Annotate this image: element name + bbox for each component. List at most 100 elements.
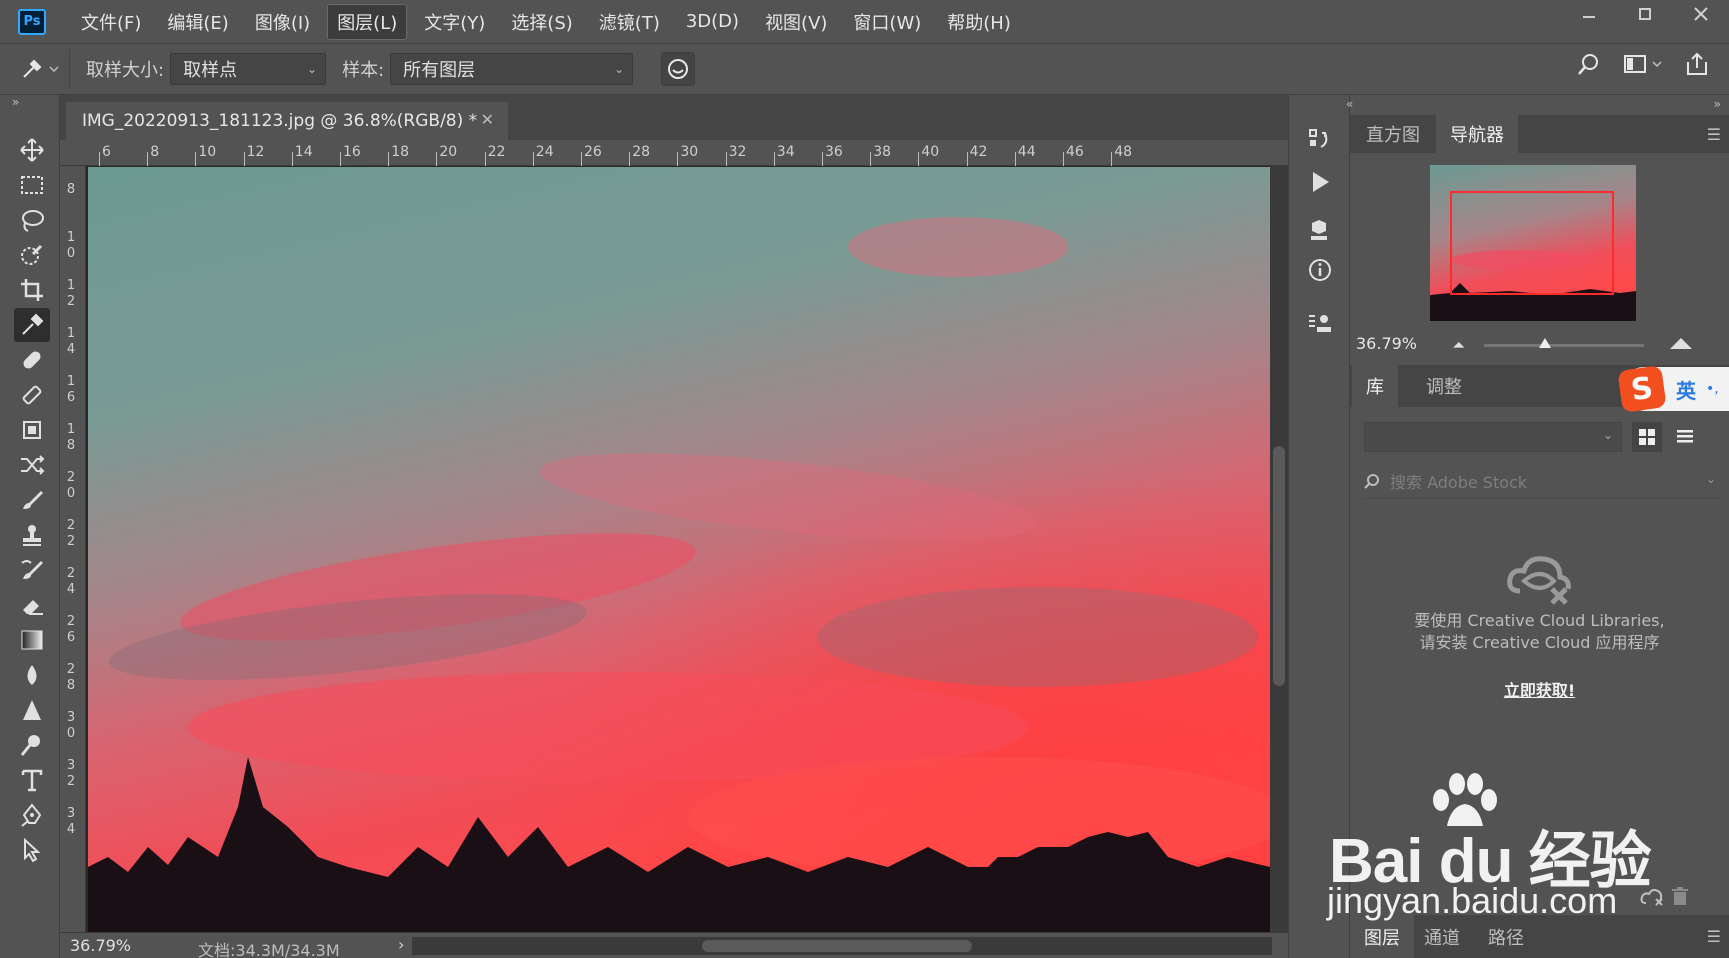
ruler-top-label: 34 [776, 144, 795, 160]
spot-healing-tool-icon[interactable] [14, 343, 50, 377]
panel-menu-icon[interactable]: ☰ [1707, 125, 1721, 144]
trash-icon[interactable] [1670, 887, 1690, 912]
zoom-slider-thumb[interactable] [1537, 336, 1553, 350]
horizontal-scroll-thumb[interactable] [702, 940, 972, 952]
horizontal-scrollbar[interactable] [412, 937, 1272, 955]
menu-image[interactable]: 图像(I) [246, 5, 319, 39]
sample-size-select[interactable]: 取样点 ⌄ [170, 53, 327, 85]
collapse-left-icon[interactable]: « [1346, 97, 1353, 111]
tab-libraries[interactable]: 库 [1352, 365, 1398, 407]
close-tab-icon[interactable]: ✕ [481, 110, 494, 129]
gradient-tool-icon[interactable] [14, 623, 50, 657]
info-icon[interactable] [1303, 253, 1337, 287]
menu-window[interactable]: 窗口(W) [844, 5, 930, 39]
chevron-down-icon[interactable]: ⌄ [1706, 472, 1716, 486]
menu-edit[interactable]: 编辑(E) [158, 5, 237, 39]
ime-toolbar[interactable]: S 英 •, [1617, 365, 1729, 413]
tab-layers[interactable]: 图层 [1350, 915, 1414, 958]
menu-filter[interactable]: 滤镜(T) [590, 5, 669, 39]
grid-view-icon[interactable] [1632, 422, 1662, 452]
move-tool-icon[interactable] [14, 133, 50, 167]
ime-language-mode[interactable]: 英 [1676, 375, 1696, 404]
workspace-icon[interactable] [1623, 52, 1663, 76]
tab-paths[interactable]: 路径 [1474, 915, 1538, 958]
shuffle-icon[interactable] [14, 448, 50, 482]
tab-channels[interactable]: 通道 [1410, 915, 1474, 958]
share-icon[interactable] [1685, 52, 1709, 76]
dodge-tool-icon[interactable] [14, 728, 50, 762]
3d-panel-icon[interactable] [1303, 213, 1337, 247]
menu-file[interactable]: 文件(F) [72, 5, 150, 39]
pen-tool-icon[interactable] [14, 798, 50, 832]
actions-play-icon[interactable] [1303, 165, 1337, 199]
ruler-top-tick [1111, 152, 1113, 166]
chevron-down-icon: ⌄ [614, 62, 625, 76]
zoom-in-icon[interactable] [1668, 336, 1694, 352]
tab-adjustments[interactable]: 调整 [1412, 365, 1476, 407]
chevron-right-icon[interactable]: › [398, 935, 404, 954]
sharpen-tool-icon[interactable] [14, 693, 50, 727]
ruler-top-label: 18 [391, 144, 410, 160]
content-aware-move-icon[interactable] [14, 413, 50, 447]
zoom-out-icon[interactable] [1450, 338, 1468, 352]
vertical-scroll-thumb[interactable] [1273, 446, 1285, 686]
eraser-tool-icon[interactable] [14, 588, 50, 622]
quick-selection-tool-icon[interactable] [14, 238, 50, 272]
status-zoom[interactable]: 36.79% [70, 936, 131, 955]
ruler-left-label: 26 [66, 614, 76, 645]
vertical-ruler[interactable]: 8 10 12 14 16 18 20 22 24 26 28 30 32 34 [60, 166, 86, 932]
stock-search-input[interactable]: 搜索 Adobe Stock [1390, 469, 1527, 493]
ime-punctuation-icon[interactable]: •, [1706, 381, 1719, 397]
path-selection-tool-icon[interactable] [14, 833, 50, 867]
list-view-icon[interactable] [1670, 422, 1700, 452]
marquee-tool-icon[interactable] [14, 168, 50, 202]
library-dropdown[interactable]: ⌄ [1364, 422, 1622, 452]
navigator-view-rect[interactable] [1450, 191, 1614, 295]
collapse-right-icon[interactable]: » [1714, 97, 1721, 111]
menu-view[interactable]: 视图(V) [756, 5, 836, 39]
tab-navigator[interactable]: 导航器 [1436, 115, 1518, 153]
eyedropper-tool-icon[interactable] [14, 308, 50, 342]
vertical-scrollbar[interactable] [1270, 166, 1288, 932]
expand-toolbar-icon[interactable]: » [0, 95, 59, 115]
menu-select[interactable]: 选择(S) [502, 5, 581, 39]
history-brush-tool-icon[interactable] [14, 553, 50, 587]
horizontal-ruler[interactable]: 6 8 10 12 14 16 18 20 22 24 26 28 30 32 34 36 38 40 42 44 46… [60, 140, 1288, 166]
type-tool-icon[interactable] [14, 763, 50, 797]
ruler-top-tick [99, 152, 100, 166]
panel-menu-icon[interactable]: ☰ [1707, 927, 1721, 946]
sample-select[interactable]: 所有图层 ⌄ [390, 53, 634, 85]
menu-3d[interactable]: 3D(D) [677, 7, 748, 36]
cloud-sync-icon[interactable] [1640, 887, 1664, 912]
ruler-top-tick [773, 152, 775, 166]
maximize-icon[interactable] [1617, 0, 1673, 28]
ruler-left-label: 22 [66, 518, 76, 549]
search-icon[interactable] [1577, 52, 1601, 76]
clone-stamp-tool-icon[interactable] [14, 518, 50, 552]
menu-type[interactable]: 文字(Y) [415, 5, 494, 39]
blur-tool-icon[interactable] [14, 658, 50, 692]
brush-bandage-icon[interactable] [14, 378, 50, 412]
ruler-top-label: 36 [825, 144, 843, 160]
menu-layer[interactable]: 图层(L) [327, 3, 408, 40]
crop-tool-icon[interactable] [14, 273, 50, 307]
history-panel-icon[interactable] [1303, 123, 1337, 157]
tab-histogram[interactable]: 直方图 [1352, 115, 1434, 153]
document-image[interactable] [88, 167, 1270, 932]
zoom-slider-track[interactable] [1484, 344, 1644, 347]
clone-source-icon[interactable] [1303, 307, 1337, 341]
navigator-thumbnail[interactable] [1430, 165, 1636, 321]
navigator-zoom-value[interactable]: 36.79% [1356, 334, 1417, 353]
ruler-top-tick [1014, 152, 1016, 166]
sample-value: 所有图层 [403, 60, 476, 81]
menu-help[interactable]: 帮助(H) [938, 5, 1020, 39]
minimize-icon[interactable] [1561, 0, 1617, 28]
lasso-tool-icon[interactable] [14, 203, 50, 237]
brush-tool-icon[interactable] [14, 483, 50, 517]
close-icon[interactable] [1673, 0, 1729, 28]
show-sampling-ring-button[interactable] [661, 52, 696, 86]
ruler-top-tick [918, 152, 920, 166]
tool-preset-picker[interactable] [10, 49, 70, 89]
document-tab[interactable]: IMG_20220913_181123.jpg @ 36.8%(RGB/8) *… [66, 102, 508, 140]
get-cc-link[interactable]: 立即获取! [1350, 677, 1729, 701]
